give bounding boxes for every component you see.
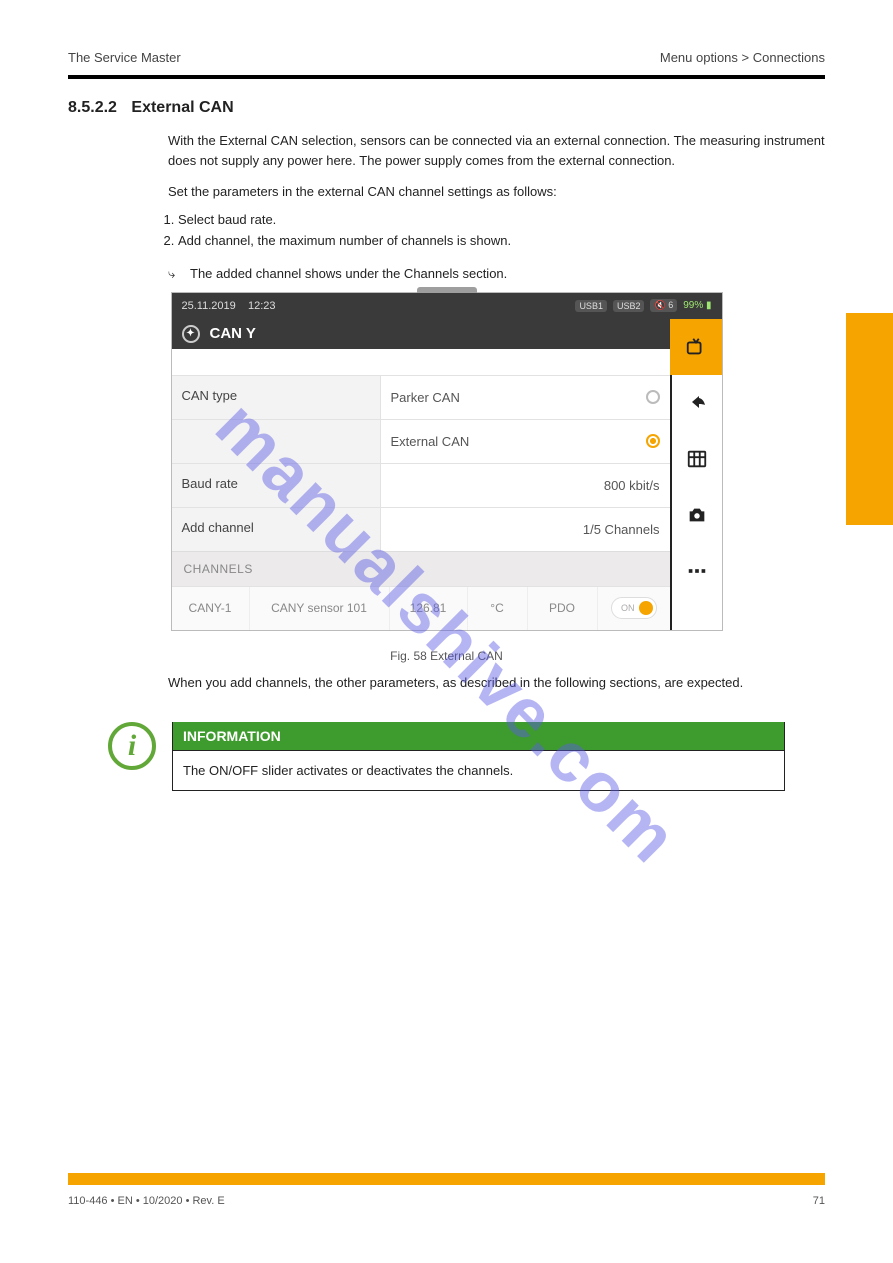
channel-unit: °C xyxy=(468,587,528,630)
section-number: 8.5.2.2 xyxy=(68,99,117,117)
step-item: Select baud rate. xyxy=(178,212,825,227)
info-callout: i INFORMATION The ON/OFF slider activate… xyxy=(108,722,785,791)
usb2-icon: USB2 xyxy=(613,300,645,312)
step-item: Add channel, the maximum number of chann… xyxy=(178,233,825,248)
row-baud-rate[interactable]: Baud rate 800 kbit/s xyxy=(172,463,670,507)
page-header: The Service Master Menu options > Connec… xyxy=(68,50,825,65)
radio-parker-can[interactable] xyxy=(646,390,660,404)
device-title-bar: ✦ CAN Y xyxy=(172,319,670,349)
row-add-channel[interactable]: Add channel 1/5 Channels xyxy=(172,507,670,551)
channels-header: CHANNELS xyxy=(172,551,670,586)
result-line: The added channel shows under the Channe… xyxy=(68,266,825,282)
channel-name: CANY sensor 101 xyxy=(250,587,390,630)
back-button[interactable] xyxy=(671,375,723,431)
section-heading: 8.5.2.2 External CAN xyxy=(68,99,825,117)
row-external-can[interactable]: External CAN xyxy=(172,419,670,463)
footer-bar xyxy=(68,1173,825,1185)
figure-caption: Fig. 58 External CAN xyxy=(68,649,825,663)
intro-paragraph-1: With the External CAN selection, sensors… xyxy=(68,131,825,170)
toggle-label: ON xyxy=(621,603,635,613)
page-edge-tab xyxy=(846,313,893,525)
footer: 110-446 • EN • 10/2020 • Rev. E 71 xyxy=(68,1195,825,1207)
status-time: 12:23 xyxy=(248,300,276,312)
steps-list: Select baud rate. Add channel, the maxim… xyxy=(68,212,825,248)
baud-rate-value: 800 kbit/s xyxy=(604,478,660,493)
device-status-bar: 25.11.2019 12:23 USB1 USB2 🔇 6 99% ▮ xyxy=(172,293,722,319)
footer-page-number: 71 xyxy=(813,1195,825,1207)
channel-mode: PDO xyxy=(528,587,598,630)
post-text: When you add channels, the other paramet… xyxy=(68,673,825,693)
battery-icon: 99% ▮ xyxy=(683,300,711,311)
info-icon: i xyxy=(108,722,156,770)
add-channel-value: 1/5 Channels xyxy=(583,522,660,537)
section-title: External CAN xyxy=(131,99,233,116)
channel-row[interactable]: CANY-1 CANY sensor 101 126.81 °C PDO ON xyxy=(172,586,670,630)
radio-external-can[interactable] xyxy=(646,434,660,448)
device-notch xyxy=(417,287,477,293)
can-type-label: CAN type xyxy=(172,376,380,419)
device-screenshot: 25.11.2019 12:23 USB1 USB2 🔇 6 99% ▮ ✦ C… xyxy=(171,292,723,631)
more-button[interactable] xyxy=(671,543,723,599)
info-title: INFORMATION xyxy=(173,722,784,751)
breadcrumb: Menu options > Connections xyxy=(660,50,825,65)
channel-toggle[interactable]: ON xyxy=(611,597,657,619)
intro-paragraph-2: Set the parameters in the external CAN c… xyxy=(68,182,825,202)
device-main-panel: CAN type Parker CAN External CAN Baud ra… xyxy=(172,375,670,630)
camera-button[interactable] xyxy=(671,487,723,543)
device-title: CAN Y xyxy=(210,325,256,342)
add-channel-label: Add channel xyxy=(172,508,380,551)
doc-title: The Service Master xyxy=(68,50,181,65)
external-can-value: External CAN xyxy=(391,434,470,449)
volume-icon: 🔇 6 xyxy=(650,299,677,312)
header-rule xyxy=(68,75,825,79)
info-body: The ON/OFF slider activates or deactivat… xyxy=(173,751,784,790)
row-can-type[interactable]: CAN type Parker CAN xyxy=(172,375,670,419)
device-sidebar xyxy=(670,375,722,630)
globe-icon: ✦ xyxy=(182,325,200,343)
status-date: 25.11.2019 xyxy=(182,300,236,312)
record-button[interactable] xyxy=(670,319,722,375)
channel-value: 126.81 xyxy=(390,587,468,630)
can-type-value: Parker CAN xyxy=(391,390,460,405)
footer-left: 110-446 • EN • 10/2020 • Rev. E xyxy=(68,1195,225,1207)
baud-rate-label: Baud rate xyxy=(172,464,380,507)
channel-id: CANY-1 xyxy=(172,587,250,630)
grid-button[interactable] xyxy=(671,431,723,487)
toggle-dot-icon xyxy=(639,601,653,615)
page: The Service Master Menu options > Connec… xyxy=(0,0,893,1263)
usb1-icon: USB1 xyxy=(575,300,607,312)
